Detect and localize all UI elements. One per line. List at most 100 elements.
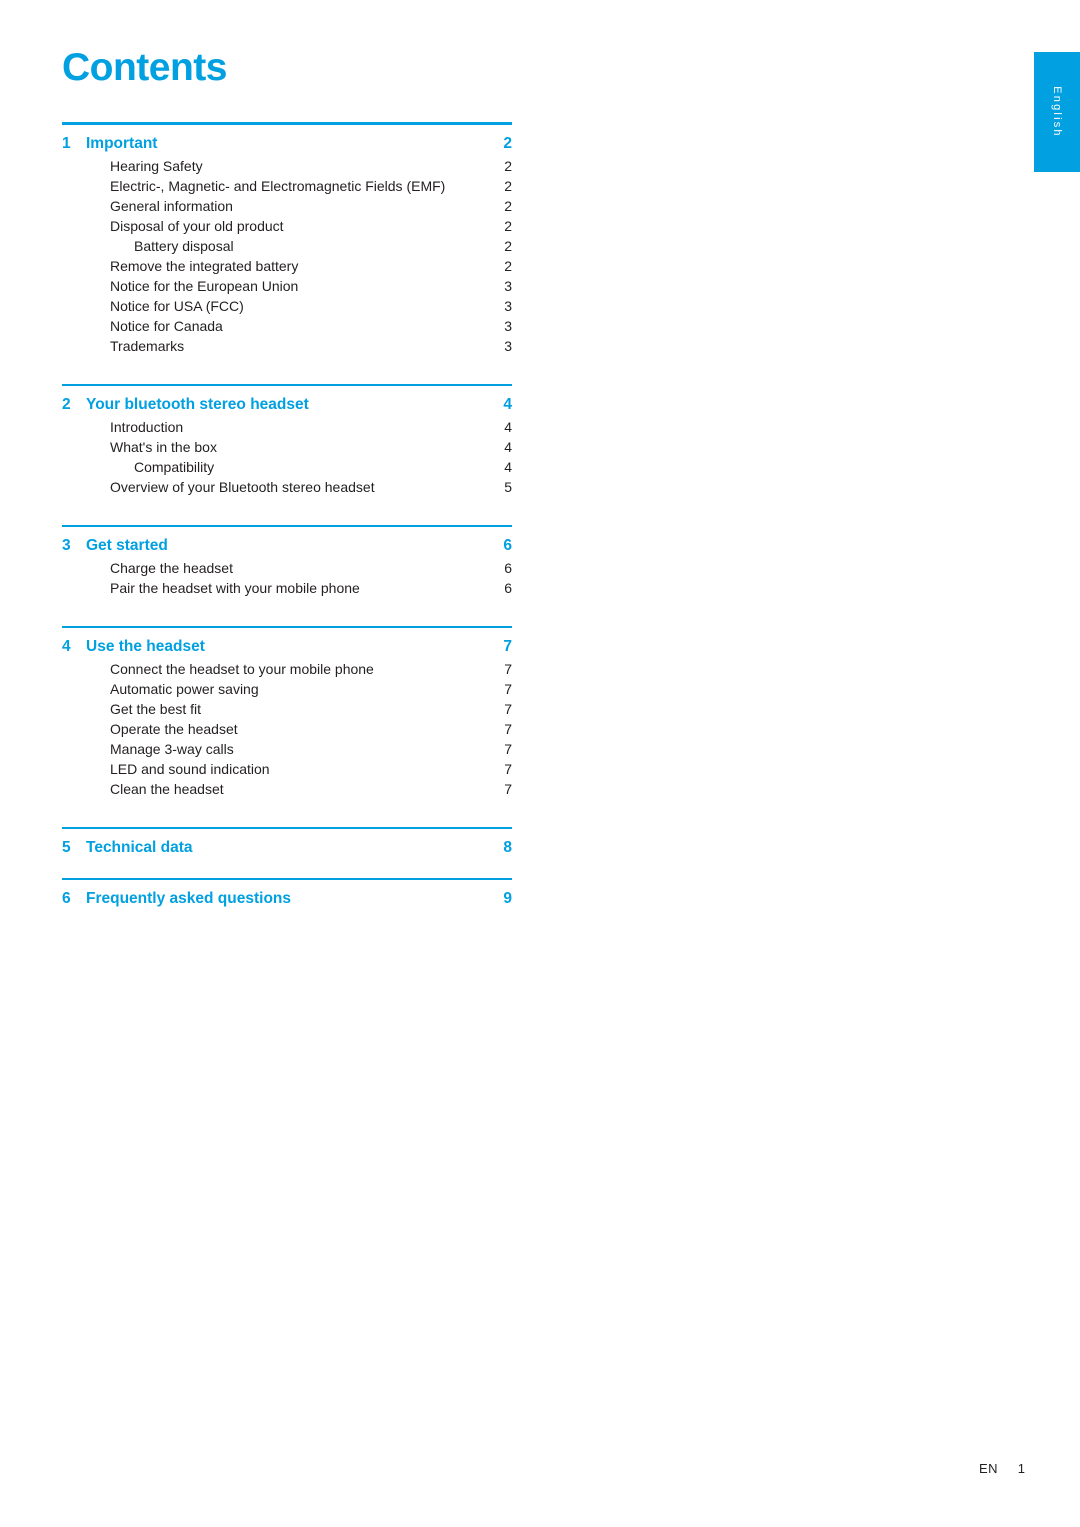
toc-group: 2 Your bluetooth stereo headset 4 Introduct…	[62, 384, 512, 507]
toc-entry-label: Clean the headset	[110, 781, 224, 797]
toc-chapter-label: Use the headset	[86, 638, 205, 655]
toc-entry-page: 6	[504, 560, 512, 576]
toc-entry-label: Overview of your Bluetooth stereo headse…	[110, 479, 375, 495]
toc-chapter-row[interactable]: 2 Your bluetooth stereo headset 4	[62, 386, 512, 417]
toc-entry-label: Introduction	[110, 419, 184, 435]
toc-entry-label: Automatic power saving	[110, 681, 259, 697]
toc-entry-row[interactable]: What's in the box 4	[62, 437, 512, 457]
toc-chapter-page: 6	[503, 537, 512, 554]
toc-chapter-row[interactable]: 6 Frequently asked questions 9	[62, 880, 512, 911]
toc-chapter-page: 4	[503, 396, 512, 413]
toc-entry-page: 4	[504, 439, 512, 455]
toc-chapter-label: Frequently asked questions	[86, 890, 291, 907]
footer-language: EN	[978, 1461, 998, 1476]
toc-entry-page: 7	[504, 681, 512, 697]
toc-entry-page: 7	[504, 781, 512, 797]
table-of-contents: 1 Important 2 Hearing Safety 2 Electric-, Mag…	[62, 122, 512, 911]
toc-group-tail	[62, 799, 512, 809]
toc-entry-row[interactable]: LED and sound indication 7	[62, 759, 512, 779]
toc-entry-label: Remove the integrated battery	[110, 258, 299, 274]
toc-entry-page: 3	[504, 318, 512, 334]
toc-entry-page: 7	[504, 701, 512, 717]
toc-entry-label: Get the best fit	[110, 701, 202, 717]
toc-entry-label: LED and sound indication	[110, 761, 270, 777]
toc-entry-row[interactable]: Manage 3-way calls 7	[62, 739, 512, 759]
toc-entry-row[interactable]: Overview of your Bluetooth stereo headse…	[62, 477, 512, 497]
toc-entry-label: Connect the headset to your mobile phone	[110, 661, 374, 677]
toc-group-gap	[62, 366, 512, 384]
toc-chapter-page: 7	[503, 638, 512, 655]
toc-chapter-label: Technical data	[86, 839, 193, 856]
toc-chapter-page: 9	[503, 890, 512, 907]
toc-entry-row[interactable]: General information 2	[62, 196, 512, 216]
toc-entry-row[interactable]: Notice for USA (FCC) 3	[62, 296, 512, 316]
toc-entry-page: 2	[504, 258, 512, 274]
toc-entry-label: Battery disposal	[134, 238, 234, 254]
toc-entry-row[interactable]: Compatibility 4	[62, 457, 512, 477]
toc-entry-row[interactable]: Clean the headset 7	[62, 779, 512, 799]
toc-chapter-row[interactable]: 5 Technical data 8	[62, 829, 512, 860]
toc-entry-label: Notice for USA (FCC)	[110, 298, 244, 314]
toc-entry-label: Disposal of your old product	[110, 218, 284, 234]
toc-entry-row[interactable]: Operate the headset 7	[62, 719, 512, 739]
toc-entry-label: Compatibility	[134, 459, 215, 475]
toc-entry-page: 3	[504, 278, 512, 294]
toc-chapter-number: 6	[62, 890, 71, 907]
page-title: Contents	[62, 46, 228, 89]
toc-entry-label: General information	[110, 198, 233, 214]
toc-entry-label: Manage 3-way calls	[110, 741, 234, 757]
toc-entry-page: 2	[504, 218, 512, 234]
language-tab-label: English	[1051, 86, 1063, 138]
toc-entry-row[interactable]: Hearing Safety 2	[62, 156, 512, 176]
toc-group-gap	[62, 860, 512, 878]
toc-chapter-label: Your bluetooth stereo headset	[86, 396, 309, 413]
toc-entry-page: 7	[504, 761, 512, 777]
toc-entry-page: 7	[504, 661, 512, 677]
toc-entry-label: Operate the headset	[110, 721, 238, 737]
toc-entry-label: Hearing Safety	[110, 158, 203, 174]
toc-entry-row[interactable]: Charge the headset 6	[62, 558, 512, 578]
language-tab: English	[1034, 52, 1080, 172]
toc-entry-row[interactable]: Notice for Canada 3	[62, 316, 512, 336]
toc-entry-label: What's in the box	[110, 439, 217, 455]
toc-entry-label: Notice for Canada	[110, 318, 223, 334]
toc-entry-row[interactable]: Introduction 4	[62, 417, 512, 437]
toc-chapter-row[interactable]: 4 Use the headset 7	[62, 628, 512, 659]
toc-entry-page: 2	[504, 198, 512, 214]
toc-group-tail	[62, 598, 512, 608]
toc-entry-row[interactable]: Connect the headset to your mobile phone…	[62, 659, 512, 679]
toc-group: 5 Technical data 8	[62, 827, 512, 860]
toc-entry-row[interactable]: Get the best fit 7	[62, 699, 512, 719]
toc-entry-page: 6	[504, 580, 512, 596]
toc-entry-row[interactable]: Remove the integrated battery 2	[62, 256, 512, 276]
toc-chapter-row[interactable]: 1 Important 2	[62, 125, 512, 156]
toc-entry-page: 2	[504, 158, 512, 174]
toc-entry-label: Charge the headset	[110, 560, 233, 576]
toc-chapter-number: 5	[62, 839, 71, 856]
toc-entry-page: 5	[504, 479, 512, 495]
toc-entry-row[interactable]: Pair the headset with your mobile phone 6	[62, 578, 512, 598]
toc-entry-row[interactable]: Trademarks 3	[62, 336, 512, 356]
toc-entry-row[interactable]: Automatic power saving 7	[62, 679, 512, 699]
toc-entry-page: 7	[504, 741, 512, 757]
toc-entry-page: 4	[504, 419, 512, 435]
toc-entry-page: 2	[504, 178, 512, 194]
toc-entry-label: Pair the headset with your mobile phone	[110, 580, 360, 596]
toc-chapter-row[interactable]: 3 Get started 6	[62, 527, 512, 558]
toc-entry-row[interactable]: Disposal of your old product 2	[62, 216, 512, 236]
toc-entry-label: Trademarks	[110, 338, 185, 354]
toc-chapter-number: 1	[62, 135, 71, 152]
toc-entry-row[interactable]: Electric-, Magnetic- and Electromagnetic…	[62, 176, 512, 196]
toc-entry-row[interactable]: Notice for the European Union 3	[62, 276, 512, 296]
toc-group-tail	[62, 497, 512, 507]
toc-entry-page: 2	[504, 238, 512, 254]
document-page: English Contents 1 Important 2 Hearing Safe…	[0, 0, 1080, 1527]
toc-group: 1 Important 2 Hearing Safety 2 Electric-, Mag…	[62, 122, 512, 366]
toc-group-tail	[62, 356, 512, 366]
toc-group: 3 Get started 6 Charge the headset 6 Pair the…	[62, 525, 512, 608]
toc-entry-row[interactable]: Battery disposal 2	[62, 236, 512, 256]
toc-entry-page: 7	[504, 721, 512, 737]
toc-chapter-number: 2	[62, 396, 71, 413]
toc-chapter-number: 4	[62, 638, 71, 655]
toc-chapter-label: Important	[86, 135, 158, 152]
